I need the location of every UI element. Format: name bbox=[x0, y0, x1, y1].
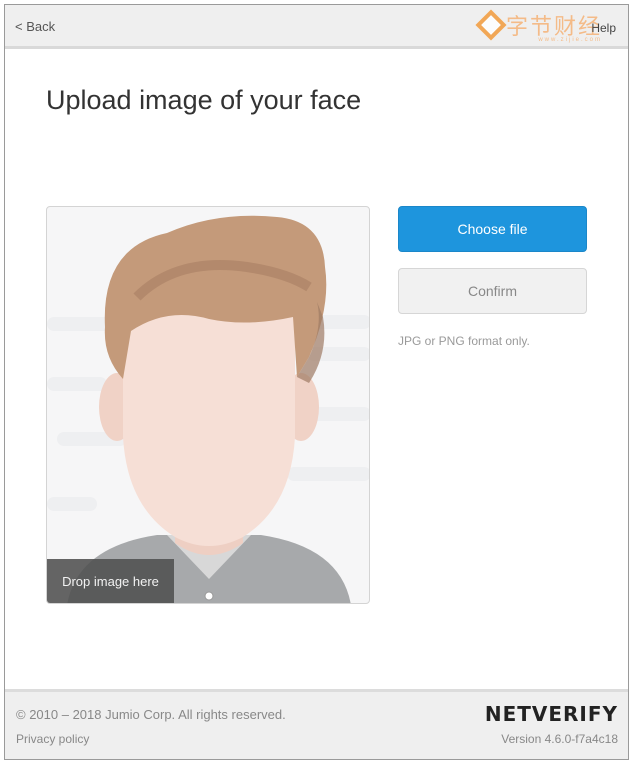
footer: © 2010 – 2018 Jumio Corp. All rights res… bbox=[5, 689, 628, 759]
netverify-logo: NETVERIFY bbox=[484, 702, 618, 726]
watermark-logo: 字节财经 www.zijie.com bbox=[475, 9, 602, 43]
privacy-policy-link[interactable]: Privacy policy bbox=[16, 732, 89, 746]
help-link[interactable]: Help bbox=[591, 21, 616, 35]
choose-file-button[interactable]: Choose file bbox=[398, 206, 587, 252]
version-text: Version 4.6.0-f7a4c18 bbox=[501, 732, 618, 746]
page-title: Upload image of your face bbox=[46, 85, 362, 115]
face-placeholder-icon bbox=[47, 215, 369, 603]
carousel-dot bbox=[204, 591, 214, 601]
copyright-text: © 2010 – 2018 Jumio Corp. All rights res… bbox=[16, 707, 286, 722]
back-link[interactable]: < Back bbox=[15, 19, 55, 34]
confirm-button[interactable]: Confirm bbox=[398, 268, 587, 314]
drop-image-label: Drop image here bbox=[47, 559, 174, 603]
watermark-diamond-icon bbox=[475, 9, 507, 41]
watermark-subtext: www.zijie.com bbox=[538, 37, 602, 43]
app-window: < Back 字节财经 www.zijie.com Help Upload im… bbox=[4, 4, 629, 760]
top-bar: < Back 字节财经 www.zijie.com Help bbox=[5, 5, 628, 49]
image-dropzone[interactable]: Drop image here bbox=[46, 206, 370, 604]
format-note: JPG or PNG format only. bbox=[398, 334, 530, 348]
